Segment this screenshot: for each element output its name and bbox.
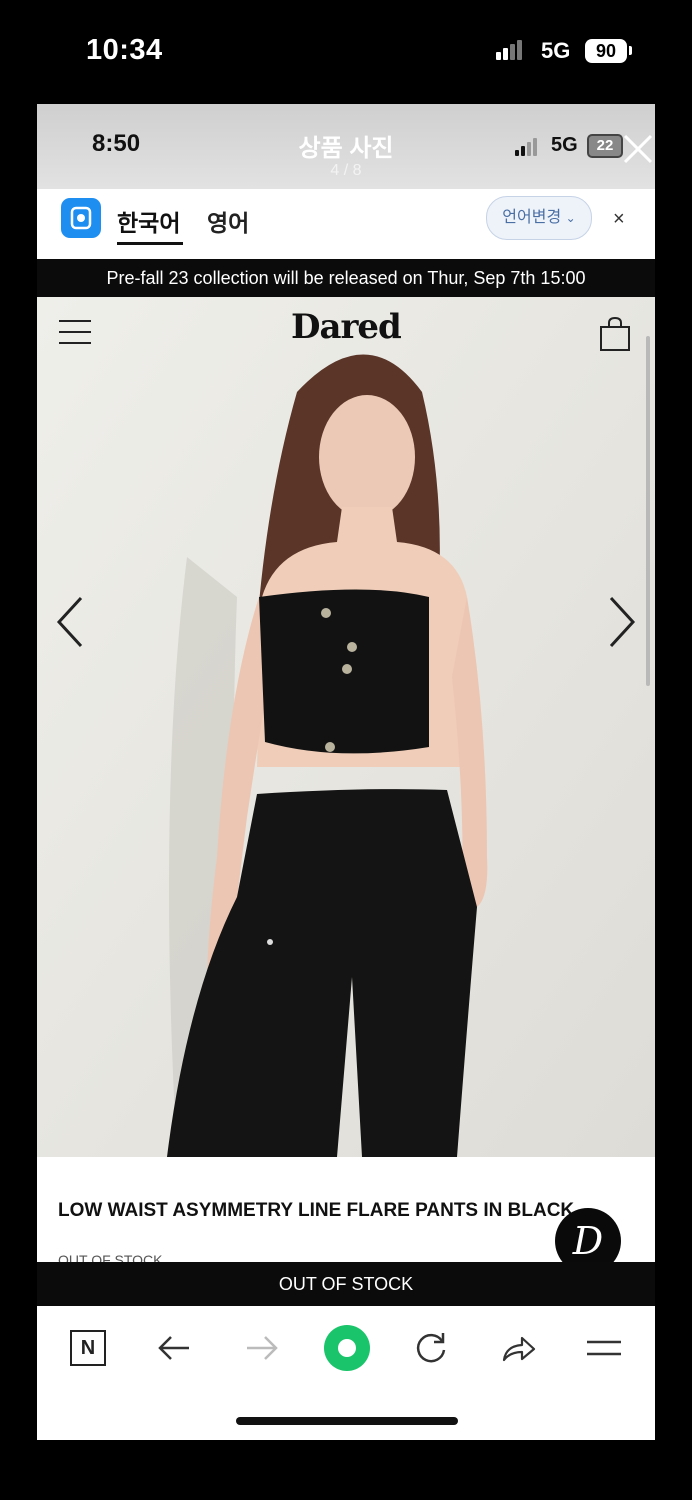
chevron-down-icon: ⌄ bbox=[565, 211, 576, 225]
screenshot-viewer: 8:50 상품 사진 4 / 8 5G 22 한국어 영어 언어변경 ⌄ × P… bbox=[37, 104, 655, 1440]
inner-battery-icon: 22 bbox=[587, 134, 623, 158]
active-tab-indicator bbox=[117, 242, 183, 245]
inner-network-label: 5G bbox=[551, 134, 578, 156]
reload-icon[interactable] bbox=[411, 1328, 451, 1368]
inner-signal-icon bbox=[515, 138, 539, 156]
home-indicator[interactable] bbox=[236, 1417, 458, 1425]
outer-network-label: 5G bbox=[541, 38, 571, 63]
close-icon[interactable] bbox=[621, 132, 655, 166]
language-change-label: 언어변경 bbox=[502, 209, 562, 226]
product-photo bbox=[37, 297, 655, 1157]
outer-signal-icon bbox=[496, 40, 524, 60]
translator-close-button[interactable]: × bbox=[613, 208, 625, 231]
outer-battery-icon: 90 bbox=[585, 39, 627, 63]
share-icon[interactable] bbox=[498, 1328, 538, 1368]
brand-logo[interactable]: Dared bbox=[291, 307, 402, 347]
stock-status-text: OUT OF STOCK bbox=[58, 1252, 163, 1262]
announcement-banner: Pre-fall 23 collection will be released … bbox=[37, 259, 655, 297]
naver-n-icon: N bbox=[70, 1330, 106, 1366]
previous-image-arrow-icon[interactable] bbox=[55, 596, 85, 648]
outer-clock: 10:34 bbox=[86, 34, 163, 66]
language-change-button[interactable]: 언어변경 ⌄ bbox=[486, 196, 592, 240]
out-of-stock-button[interactable]: OUT OF STOCK bbox=[37, 1262, 655, 1306]
green-dot-icon[interactable] bbox=[323, 1324, 371, 1372]
menu-icon[interactable] bbox=[584, 1328, 624, 1368]
photo-counter: 4 / 8 bbox=[330, 162, 362, 179]
hamburger-menu-icon[interactable] bbox=[59, 320, 91, 346]
forward-arrow-icon[interactable] bbox=[241, 1328, 281, 1368]
tab-english[interactable]: 영어 bbox=[207, 204, 249, 238]
shopping-bag-icon[interactable] bbox=[599, 316, 631, 352]
product-name: LOW WAIST ASYMMETRY LINE FLARE PANTS IN … bbox=[58, 1200, 575, 1221]
translate-app-icon[interactable] bbox=[61, 198, 101, 238]
back-arrow-icon[interactable] bbox=[155, 1328, 195, 1368]
tab-korean[interactable]: 한국어 bbox=[117, 204, 180, 238]
page-scrollbar[interactable] bbox=[646, 336, 650, 686]
next-image-arrow-icon[interactable] bbox=[607, 596, 637, 648]
outer-battery-tip bbox=[629, 46, 632, 55]
naver-home-button[interactable]: N bbox=[68, 1328, 108, 1368]
